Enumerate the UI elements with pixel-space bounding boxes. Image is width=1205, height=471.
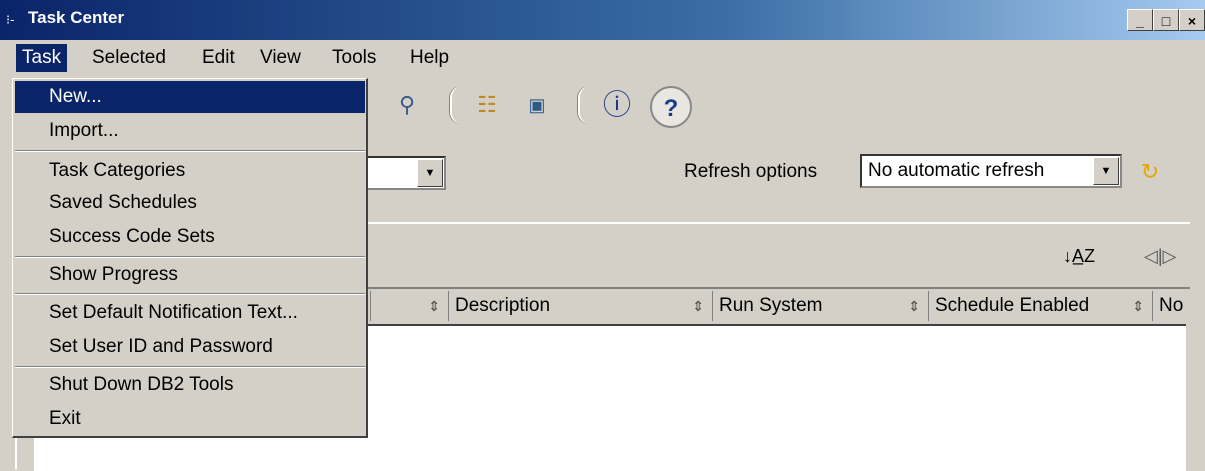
column-header-run-system[interactable]: Run System ⇕: [712, 291, 928, 321]
menu-selected[interactable]: Selected: [86, 44, 172, 72]
menu-item-show-progress[interactable]: Show Progress: [15, 259, 365, 291]
title-bar: [0, 0, 1205, 40]
app-icon[interactable]: ⁝-: [6, 11, 24, 29]
minimize-button[interactable]: _: [1127, 9, 1153, 31]
menu-separator: [15, 256, 365, 258]
menu-item-set-user-id-and-password[interactable]: Set User ID and Password: [15, 331, 365, 363]
chevron-down-icon[interactable]: ▼: [417, 159, 443, 187]
menu-item-set-default-notification-text[interactable]: Set Default Notification Text...: [15, 297, 365, 329]
column-header-label: Run System: [719, 295, 823, 316]
refresh-options-value: No automatic refresh: [868, 160, 1045, 181]
help-icon[interactable]: ?: [650, 86, 692, 128]
schedule-icon[interactable]: ▣: [520, 88, 554, 122]
menu-item-import[interactable]: Import...: [15, 115, 365, 147]
menu-item-success-code-sets[interactable]: Success Code Sets: [15, 221, 365, 253]
column-header-label: Schedule Enabled: [935, 295, 1090, 316]
column-header-description[interactable]: Description ⇕: [448, 291, 712, 321]
column-settings-icon[interactable]: ◁|▷: [1144, 246, 1176, 267]
menu-separator: [15, 293, 365, 295]
menu-item-new[interactable]: New...: [15, 81, 365, 113]
menu-tools[interactable]: Tools: [326, 44, 382, 72]
task-link-icon[interactable]: ⚲: [390, 88, 424, 122]
column-header-no[interactable]: No: [1152, 291, 1190, 321]
column-header-schedule-enabled[interactable]: Schedule Enabled ⇕: [928, 291, 1152, 321]
refresh-options-label: Refresh options: [684, 161, 818, 182]
maximize-button[interactable]: □: [1153, 9, 1179, 31]
refresh-options-select[interactable]: No automatic refresh ▼: [860, 154, 1122, 188]
menu-item-exit[interactable]: Exit: [15, 403, 365, 435]
info-icon[interactable]: ⓘ: [600, 88, 634, 122]
menu-task[interactable]: Task: [16, 44, 68, 72]
menu-bar: [0, 40, 1205, 76]
column-header-label: No: [1159, 295, 1184, 316]
menu-item-task-categories[interactable]: Task Categories: [15, 155, 365, 187]
menu-help[interactable]: Help: [404, 44, 455, 72]
menu-edit[interactable]: Edit: [196, 44, 241, 72]
menu-separator: [15, 366, 365, 368]
close-button[interactable]: ×: [1179, 9, 1205, 31]
sort-icon[interactable]: ⇕: [908, 291, 920, 321]
column-header-name[interactable]: ⇕: [370, 291, 448, 321]
sort-icon[interactable]: ⇕: [1132, 291, 1144, 321]
menu-item-saved-schedules[interactable]: Saved Schedules: [15, 187, 365, 219]
chevron-down-icon[interactable]: ▼: [1093, 157, 1119, 185]
sort-icon[interactable]: ⇕: [428, 291, 440, 321]
sort-icon[interactable]: ⇕: [692, 291, 704, 321]
menu-separator: [15, 150, 365, 152]
toolbar-separator: [578, 86, 590, 124]
window-title: Task Center: [28, 8, 125, 27]
refresh-icon[interactable]: ↻: [1138, 160, 1162, 184]
toolbar-separator: [450, 86, 462, 124]
task-menu-dropdown: New... Import... Task Categories Saved S…: [12, 78, 368, 438]
menu-item-shut-down-db2-tools[interactable]: Shut Down DB2 Tools: [15, 369, 365, 401]
contacts-icon[interactable]: ☷: [470, 88, 504, 122]
column-header-label: Description: [455, 295, 551, 316]
menu-view[interactable]: View: [254, 44, 307, 72]
sort-az-icon[interactable]: ↓A̲Z: [1063, 246, 1095, 267]
